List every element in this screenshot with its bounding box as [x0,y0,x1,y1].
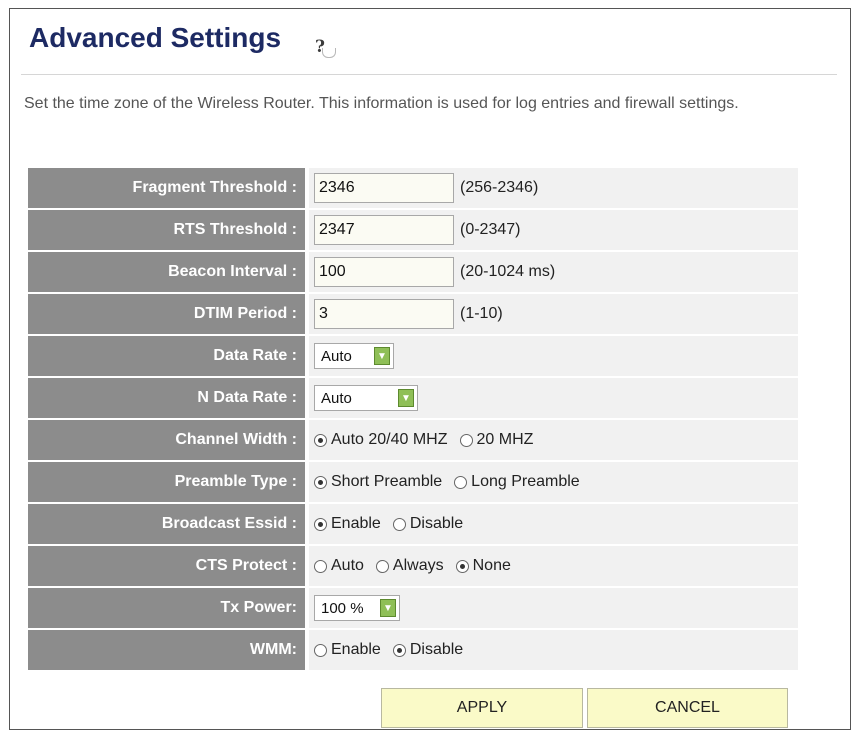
row-cts-protect: CTS Protect : Auto Always None [28,546,798,586]
row-rts-threshold: RTS Threshold : (0-2347) [28,210,798,250]
wmm-disable-radio[interactable] [392,643,406,657]
essid-disable-radio[interactable] [392,517,406,531]
wmm-disable-option[interactable]: Disable [392,641,464,659]
fragment-threshold-range: (256-2346) [460,179,539,196]
chevron-down-icon[interactable]: ▼ [398,389,414,407]
row-n-data-rate: N Data Rate : Auto ▼ [28,378,798,418]
apply-button[interactable]: APPLY [381,688,583,728]
cts-protect-cell: Auto Always None [309,546,798,586]
cts-auto-option[interactable]: Auto [314,557,364,575]
n-data-rate-cell: Auto ▼ [309,378,798,418]
row-tx-power: Tx Power: 100 % ▼ [28,588,798,628]
row-data-rate: Data Rate : Auto ▼ [28,336,798,376]
essid-enable-radio[interactable] [314,517,327,531]
preamble-short-label: Short Preamble [331,473,443,490]
dtim-period-label: DTIM Period : [28,294,305,334]
data-rate-select[interactable]: Auto ▼ [314,343,394,369]
wmm-cell: Enable Disable [309,630,798,670]
channel-width-label: Channel Width : [28,420,305,460]
wmm-enable-option[interactable]: Enable [314,641,381,659]
essid-enable-label: Enable [331,515,381,532]
beacon-interval-input[interactable] [314,257,454,287]
settings-form: Fragment Threshold : (256-2346) RTS Thre… [28,168,798,672]
preamble-long-option[interactable]: Long Preamble [454,473,580,491]
n-data-rate-selected: Auto [321,389,352,407]
page-description: Set the time zone of the Wireless Router… [24,95,739,112]
rts-threshold-cell: (0-2347) [309,210,798,250]
fragment-threshold-input[interactable] [314,173,454,203]
wmm-label: WMM: [28,630,305,670]
row-wmm: WMM: Enable Disable [28,630,798,670]
row-beacon-interval: Beacon Interval : (20-1024 ms) [28,252,798,292]
tx-power-label: Tx Power: [28,588,305,628]
essid-enable-option[interactable]: Enable [314,515,381,533]
tx-power-cell: 100 % ▼ [309,588,798,628]
cts-auto-radio[interactable] [314,559,327,573]
dtim-period-input[interactable] [314,299,454,329]
row-preamble-type: Preamble Type : Short Preamble Long Prea… [28,462,798,502]
channel-width-auto-radio[interactable] [314,433,327,447]
dtim-period-cell: (1-10) [309,294,798,334]
rts-threshold-range: (0-2347) [460,221,521,238]
dtim-period-range: (1-10) [460,305,503,322]
rts-threshold-input[interactable] [314,215,454,245]
row-dtim-period: DTIM Period : (1-10) [28,294,798,334]
channel-width-20-radio[interactable] [459,433,473,447]
beacon-interval-range: (20-1024 ms) [460,263,556,280]
cts-always-option[interactable]: Always [375,557,444,575]
fragment-threshold-label: Fragment Threshold : [28,168,305,208]
cts-always-label: Always [392,557,444,574]
broadcast-essid-label: Broadcast Essid : [28,504,305,544]
row-channel-width: Channel Width : Auto 20/40 MHZ 20 MHZ [28,420,798,460]
row-broadcast-essid: Broadcast Essid : Enable Disable [28,504,798,544]
preamble-long-label: Long Preamble [471,473,580,490]
broadcast-essid-cell: Enable Disable [309,504,798,544]
beacon-interval-cell: (20-1024 ms) [309,252,798,292]
essid-disable-label: Disable [409,515,464,532]
chevron-down-icon[interactable]: ▼ [374,347,390,365]
channel-width-20-label: 20 MHZ [476,431,534,448]
data-rate-cell: Auto ▼ [309,336,798,376]
data-rate-selected: Auto [321,347,352,365]
preamble-long-radio[interactable] [454,475,468,489]
n-data-rate-label: N Data Rate : [28,378,305,418]
fragment-threshold-cell: (256-2346) [309,168,798,208]
wmm-enable-label: Enable [331,641,381,658]
preamble-short-radio[interactable] [314,475,327,489]
preamble-short-option[interactable]: Short Preamble [314,473,442,491]
cts-auto-label: Auto [331,557,364,574]
tx-power-selected: 100 % [321,599,364,617]
preamble-type-cell: Short Preamble Long Preamble [309,462,798,502]
rts-threshold-label: RTS Threshold : [28,210,305,250]
channel-width-20-option[interactable]: 20 MHZ [459,431,534,449]
n-data-rate-select[interactable]: Auto ▼ [314,385,418,411]
channel-width-auto-option[interactable]: Auto 20/40 MHZ [314,431,448,449]
wmm-enable-radio[interactable] [314,643,327,657]
help-cup-icon [322,48,336,58]
essid-disable-option[interactable]: Disable [392,515,464,533]
row-fragment-threshold: Fragment Threshold : (256-2346) [28,168,798,208]
channel-width-cell: Auto 20/40 MHZ 20 MHZ [309,420,798,460]
chevron-down-icon[interactable]: ▼ [380,599,396,617]
help-question-icon[interactable]: ? [308,36,336,58]
data-rate-label: Data Rate : [28,336,305,376]
cancel-button[interactable]: CANCEL [587,688,788,728]
beacon-interval-label: Beacon Interval : [28,252,305,292]
preamble-type-label: Preamble Type : [28,462,305,502]
cts-none-label: None [472,557,511,574]
page-title: Advanced Settings [29,22,282,53]
title-divider [21,74,837,75]
wmm-disable-label: Disable [409,641,464,658]
cts-always-radio[interactable] [375,559,389,573]
tx-power-select[interactable]: 100 % ▼ [314,595,400,621]
channel-width-auto-label: Auto 20/40 MHZ [331,431,448,448]
cts-protect-label: CTS Protect : [28,546,305,586]
cts-none-radio[interactable] [455,559,469,573]
cts-none-option[interactable]: None [455,557,511,575]
